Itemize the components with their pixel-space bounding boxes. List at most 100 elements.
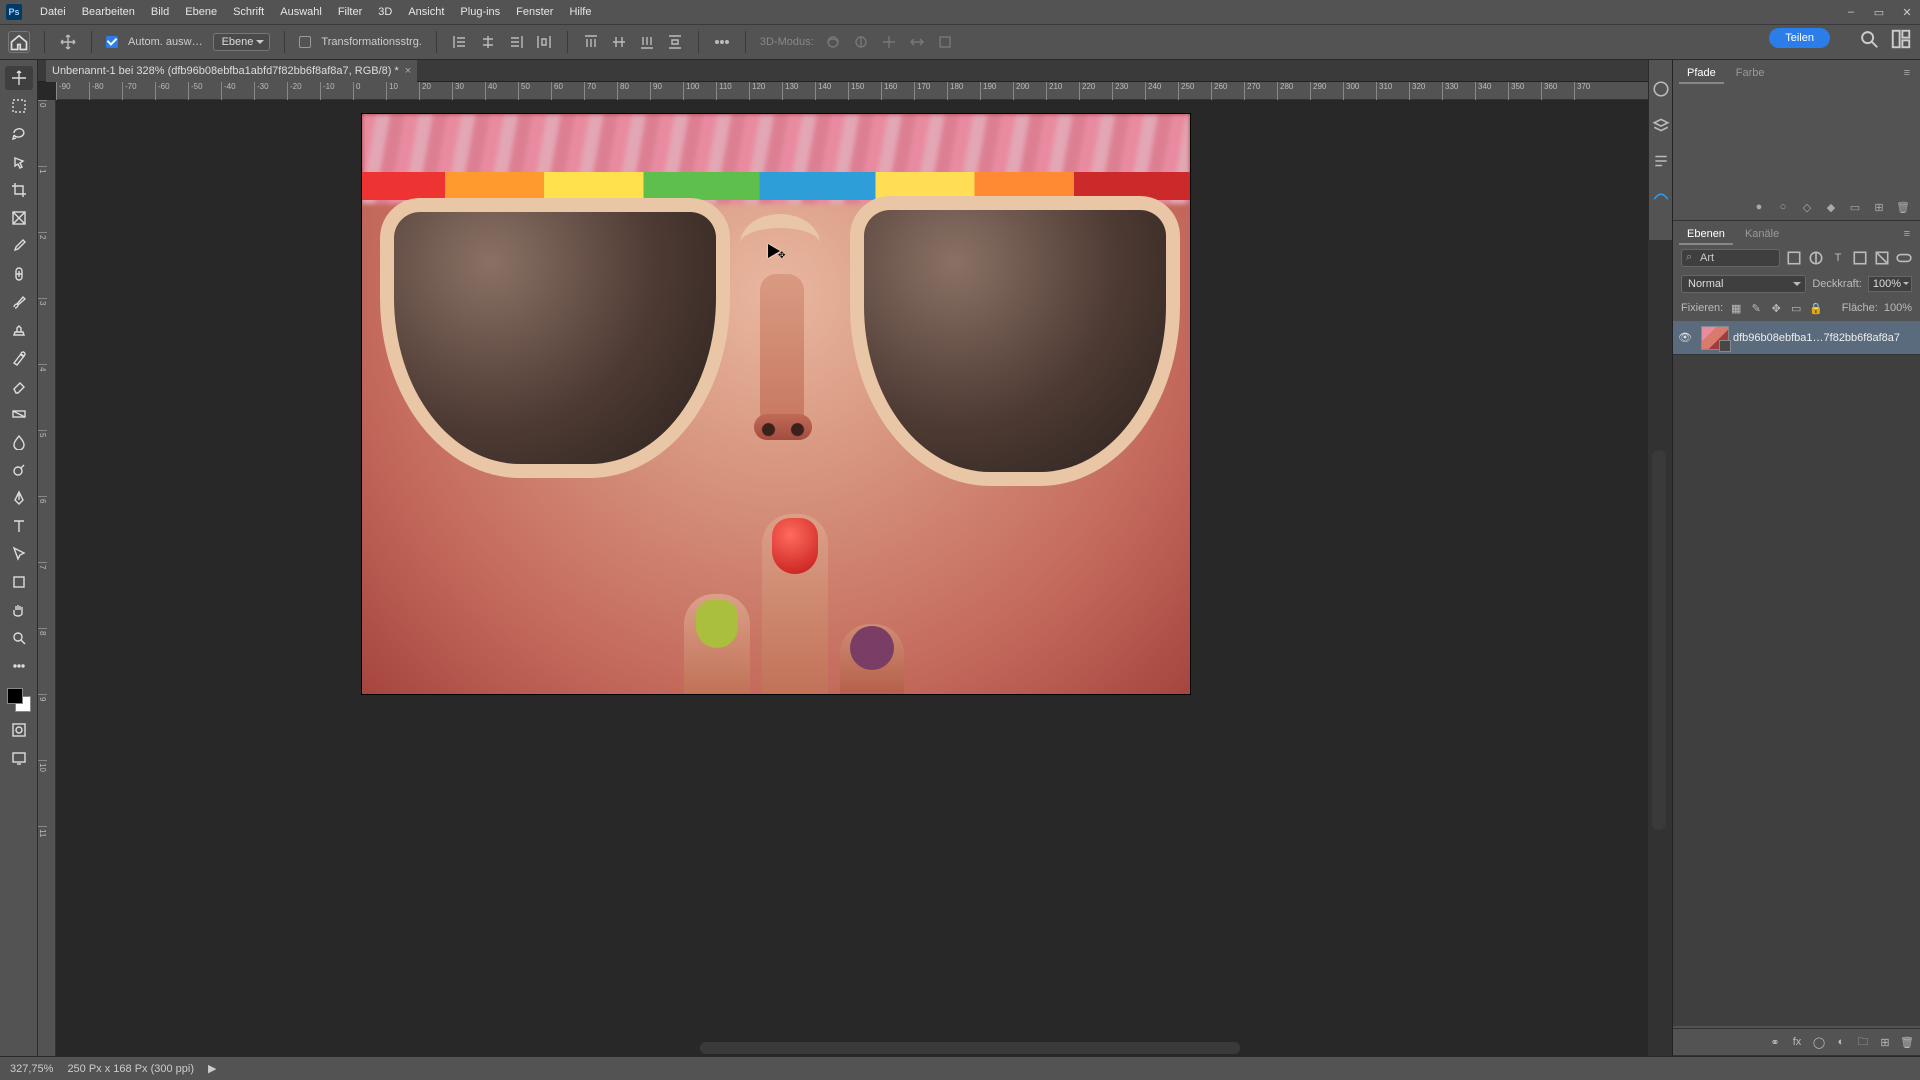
collapsed-panel-paragraph-icon[interactable] xyxy=(1652,152,1670,170)
brush-tool[interactable] xyxy=(5,290,33,314)
edit-toolbar-icon[interactable] xyxy=(5,654,33,678)
distribute-v-icon[interactable] xyxy=(666,33,684,51)
quick-select-tool[interactable] xyxy=(5,150,33,174)
status-docinfo[interactable]: 250 Px x 168 Px (300 ppi) xyxy=(67,1063,194,1075)
marquee-tool[interactable] xyxy=(5,94,33,118)
window-close-button[interactable]: ✕ xyxy=(1900,5,1914,19)
tab-farbe[interactable]: Farbe xyxy=(1728,64,1773,84)
blend-mode-dropdown[interactable]: Normal xyxy=(1681,275,1806,293)
opacity-value-input[interactable]: 100% xyxy=(1868,276,1912,292)
menu-bearbeiten[interactable]: Bearbeiten xyxy=(74,6,143,18)
lock-all-icon[interactable]: 🔒 xyxy=(1809,301,1823,315)
dodge-tool[interactable] xyxy=(5,458,33,482)
tab-kanaele[interactable]: Kanäle xyxy=(1737,225,1787,245)
align-right-icon[interactable] xyxy=(507,33,525,51)
screenmode-toggle[interactable] xyxy=(5,746,33,770)
layer-group-icon[interactable]: 🗀 xyxy=(1856,1035,1870,1049)
lock-paint-icon[interactable]: ✎ xyxy=(1749,301,1763,315)
lock-transparent-icon[interactable]: ▦ xyxy=(1729,301,1743,315)
menu-ebene[interactable]: Ebene xyxy=(177,6,225,18)
layer-filter-dropdown[interactable]: Art xyxy=(1681,249,1780,267)
auto-select-checkbox[interactable] xyxy=(106,36,118,48)
menu-3d[interactable]: 3D xyxy=(370,6,400,18)
eraser-tool[interactable] xyxy=(5,374,33,398)
canvas-image[interactable] xyxy=(362,114,1190,694)
more-options-icon[interactable] xyxy=(713,33,731,51)
layer-adjust-icon[interactable]: ◐ xyxy=(1834,1035,1848,1049)
clone-stamp-tool[interactable] xyxy=(5,318,33,342)
filter-shape-icon[interactable] xyxy=(1852,250,1868,266)
path-mask-icon[interactable]: ▭ xyxy=(1848,200,1862,214)
ruler-horizontal[interactable]: -90-80-70-60-50-40-30-20-100102030405060… xyxy=(56,82,1648,100)
path-delete-icon[interactable]: 🗑 xyxy=(1896,200,1910,214)
filter-smart-icon[interactable] xyxy=(1874,250,1890,266)
path-selection-icon[interactable]: ◇ xyxy=(1800,200,1814,214)
window-maximize-button[interactable]: ▭ xyxy=(1872,5,1886,19)
path-fill-icon[interactable]: ● xyxy=(1752,200,1766,214)
document-tab[interactable]: Unbenannt-1 bei 328% (dfb96b08ebfba1abfd… xyxy=(46,60,417,82)
layer-thumbnail[interactable] xyxy=(1701,326,1729,350)
menu-hilfe[interactable]: Hilfe xyxy=(561,6,599,18)
layer-fx-icon[interactable]: fx xyxy=(1790,1035,1804,1049)
layer-visibility-icon[interactable]: 👁 xyxy=(1673,331,1697,344)
align-bottom-icon[interactable] xyxy=(638,33,656,51)
menu-schrift[interactable]: Schrift xyxy=(225,6,272,18)
menu-datei[interactable]: Datei xyxy=(32,6,74,18)
filter-pixel-icon[interactable] xyxy=(1786,250,1802,266)
layer-delete-icon[interactable]: 🗑 xyxy=(1900,1035,1914,1049)
layer-new-icon[interactable]: ⊞ xyxy=(1878,1035,1892,1049)
canvas-scrollbar-vertical[interactable] xyxy=(1652,450,1666,830)
tab-pfade[interactable]: Pfade xyxy=(1679,64,1724,84)
window-minimize-button[interactable]: – xyxy=(1844,5,1858,19)
gradient-tool[interactable] xyxy=(5,402,33,426)
layers-list[interactable]: 👁 dfb96b08ebfba1…7f82bb6f8af8a7 xyxy=(1673,321,1920,1026)
layer-row[interactable]: 👁 dfb96b08ebfba1…7f82bb6f8af8a7 xyxy=(1673,321,1920,355)
collapsed-panel-color-icon[interactable] xyxy=(1652,80,1670,98)
align-top-icon[interactable] xyxy=(582,33,600,51)
menu-ansicht[interactable]: Ansicht xyxy=(400,6,452,18)
align-left-icon[interactable] xyxy=(451,33,469,51)
fill-value-input[interactable]: 100% xyxy=(1884,302,1912,314)
status-zoom[interactable]: 327,75% xyxy=(10,1063,53,1075)
eyedropper-tool[interactable] xyxy=(5,234,33,258)
type-tool[interactable] xyxy=(5,514,33,538)
filter-adjust-icon[interactable] xyxy=(1808,250,1824,266)
menu-fenster[interactable]: Fenster xyxy=(508,6,561,18)
path-stroke-icon[interactable]: ○ xyxy=(1776,200,1790,214)
align-center-v-icon[interactable] xyxy=(610,33,628,51)
move-tool[interactable] xyxy=(5,66,33,90)
layer-name-label[interactable]: dfb96b08ebfba1…7f82bb6f8af8a7 xyxy=(1733,332,1920,344)
collapsed-panel-layers-icon[interactable] xyxy=(1652,116,1670,134)
share-button[interactable]: Teilen xyxy=(1769,28,1830,48)
align-center-h-icon[interactable] xyxy=(479,33,497,51)
layer-mask-icon[interactable]: ◯ xyxy=(1812,1035,1826,1049)
lasso-tool[interactable] xyxy=(5,122,33,146)
path-combine-icon[interactable]: ◆ xyxy=(1824,200,1838,214)
pen-tool[interactable] xyxy=(5,486,33,510)
ruler-vertical[interactable]: 01234567891011 xyxy=(38,100,56,1056)
layers-panel-menu-icon[interactable]: ≡ xyxy=(1900,225,1914,245)
lock-position-icon[interactable]: ✥ xyxy=(1769,301,1783,315)
search-button[interactable] xyxy=(1858,28,1880,50)
zoom-tool[interactable] xyxy=(5,626,33,650)
menu-plug-ins[interactable]: Plug-ins xyxy=(452,6,508,18)
crop-tool[interactable] xyxy=(5,178,33,202)
panel-menu-icon[interactable]: ≡ xyxy=(1900,64,1914,84)
distribute-h-icon[interactable] xyxy=(535,33,553,51)
collapsed-panel-learn-icon[interactable] xyxy=(1652,188,1670,206)
path-select-tool[interactable] xyxy=(5,542,33,566)
transform-controls-checkbox[interactable] xyxy=(299,36,311,48)
frame-tool[interactable] xyxy=(5,206,33,230)
history-brush-tool[interactable] xyxy=(5,346,33,370)
filter-type-icon[interactable]: T xyxy=(1830,250,1846,266)
hand-tool[interactable] xyxy=(5,598,33,622)
healing-brush-tool[interactable] xyxy=(5,262,33,286)
canvas-area[interactable] xyxy=(56,100,1648,1056)
filter-toggle-switch[interactable] xyxy=(1896,250,1912,266)
auto-select-target-dropdown[interactable]: Ebene xyxy=(213,33,271,51)
layer-link-icon[interactable]: ⚭ xyxy=(1768,1035,1782,1049)
lock-artboard-icon[interactable]: ▭ xyxy=(1789,301,1803,315)
color-swatches[interactable] xyxy=(5,686,33,714)
blur-tool[interactable] xyxy=(5,430,33,454)
status-arrow-icon[interactable]: ▶ xyxy=(208,1062,216,1075)
